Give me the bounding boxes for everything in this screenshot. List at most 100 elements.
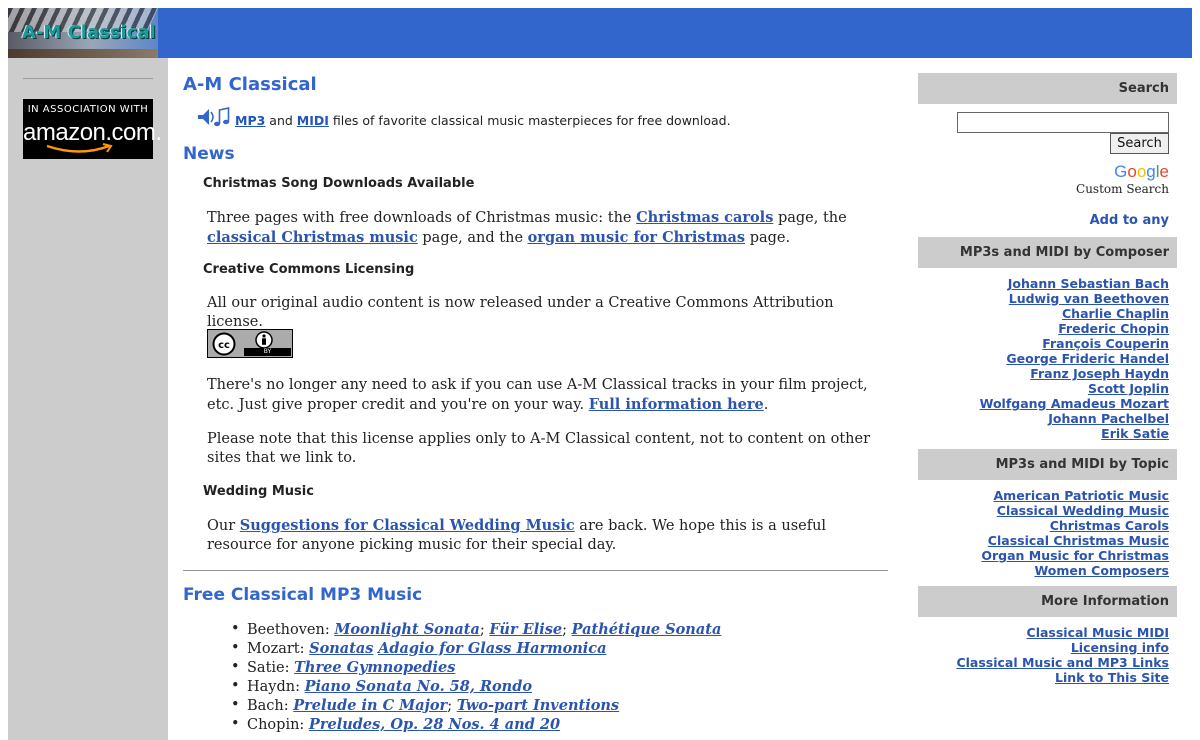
topic-list: American Patriotic Music Classical Weddin… [918, 488, 1169, 578]
composer-item-link[interactable]: Johann Sebastian Bach [1008, 276, 1169, 291]
composer-item-link[interactable]: Wolfgang Amadeus Mozart [980, 396, 1169, 411]
topic-heading: MP3s and MIDI by Topic [918, 449, 1177, 480]
google-logo: Google [1114, 162, 1169, 181]
mp3-track-link[interactable]: Adagio for Glass Harmonica [378, 640, 606, 657]
site-logo[interactable]: A-M Classical [8, 8, 158, 58]
topic-item: Organ Music for Christmas [918, 548, 1169, 563]
composer-item: George Frideric Handel [918, 351, 1169, 366]
mp3-track-link[interactable]: Sonatas [309, 640, 373, 657]
news-cc-text: All our original audio content is now re… [207, 295, 834, 330]
topic-item: American Patriotic Music [918, 488, 1170, 503]
mp3-composer-label: Beethoven: [247, 622, 335, 638]
amazon-associate-badge[interactable]: IN ASSOCIATION WITH amazon.com. [23, 99, 162, 159]
cc-license-badge[interactable]: cc BY [207, 329, 293, 358]
topic-item-link[interactable]: American Patriotic Music [994, 488, 1170, 503]
more-info-heading: More Information [918, 586, 1177, 617]
more-info-item: Classical Music and MP3 Links [918, 655, 1169, 670]
topic-item: Women Composers [918, 563, 1169, 578]
text-span: page. [745, 230, 791, 246]
mp3-separator: ; [447, 698, 457, 714]
topic-item: Classical Wedding Music [918, 503, 1169, 518]
organ-christmas-link[interactable]: organ music for Christmas [528, 229, 745, 246]
news-title-christmas: Christmas Song Downloads Available [203, 176, 475, 191]
mp3-track-link[interactable]: Für Elise [489, 621, 562, 638]
custom-search-label: Custom Search [1076, 182, 1169, 196]
classical-christmas-link[interactable]: classical Christmas music [207, 229, 418, 246]
composer-item-link[interactable]: Franz Joseph Haydn [1030, 366, 1169, 381]
more-info-item: Licensing info [918, 640, 1169, 655]
wedding-music-link[interactable]: Suggestions for Classical Wedding Music [240, 517, 575, 534]
piano-wood-graphic [8, 49, 158, 58]
mp3-composer-label: Mozart: [247, 641, 310, 657]
topic-item-link[interactable]: Classical Christmas Music [988, 533, 1169, 548]
logo-text: A-M Classical [22, 22, 156, 43]
composer-item-link[interactable]: Charlie Chaplin [1062, 306, 1169, 321]
amazon-smile-icon [46, 143, 113, 153]
more-info-item-link[interactable]: Classical Music MIDI [1027, 625, 1169, 640]
main-divider [183, 570, 888, 571]
composer-item: Ludwig van Beethoven [918, 291, 1169, 306]
mp3-track-link[interactable]: Prelude in C Major [293, 697, 447, 714]
more-info-item: Link to This Site [918, 670, 1169, 685]
svg-text:cc: cc [218, 340, 230, 351]
mp3-list-item: Beethoven: Moonlight Sonata; Für Elise; … [231, 620, 722, 639]
composer-item-link[interactable]: Ludwig van Beethoven [1009, 291, 1169, 306]
cc-by-strip: BY [244, 348, 291, 356]
mp3-list-item: Bach: Prelude in C Major; Two-part Inven… [231, 696, 721, 715]
more-info-list: Classical Music MIDI Licensing info Classi… [918, 625, 1169, 685]
more-info-item-link[interactable]: Link to This Site [1055, 670, 1169, 685]
composer-item-link[interactable]: Frederic Chopin [1058, 321, 1169, 336]
composer-item: Frederic Chopin [918, 321, 1169, 336]
composer-item: Johann Sebastian Bach [918, 276, 1169, 291]
topic-item: Christmas Carols [918, 518, 1169, 533]
search-button[interactable]: Search [1110, 133, 1169, 154]
cc-by-label: BY [263, 348, 272, 355]
news-heading: News [183, 144, 235, 164]
cc-icon: cc [212, 332, 236, 356]
text-span: There's no longer any need to ask if you… [207, 377, 868, 413]
mp3-heading: Free Classical MP3 Music [183, 585, 423, 605]
news-wedding-text: Our Suggestions for Classical Wedding Mu… [207, 516, 887, 555]
attribution-person-icon [255, 331, 273, 349]
left-divider [23, 78, 153, 79]
composer-item: Wolfgang Amadeus Mozart [918, 396, 1169, 411]
composer-item-link[interactable]: François Couperin [1042, 336, 1169, 351]
news-cc-text-3: Please note that this license applies on… [207, 431, 871, 466]
add-to-any-link[interactable]: Add to any [918, 213, 1169, 228]
mp3-list-item: Haydn: Piano Sonata No. 58, Rondo [231, 677, 721, 696]
mp3-list-item: Chopin: Preludes, Op. 28 Nos. 4 and 20 [231, 715, 721, 734]
topic-item-link[interactable]: Christmas Carols [1050, 518, 1169, 533]
topic-item-link[interactable]: Organ Music for Christmas [981, 548, 1169, 563]
composer-item: Scott Joplin [918, 381, 1169, 396]
more-info-item: Classical Music MIDI [918, 625, 1169, 640]
mp3-track-link[interactable]: Pathétique Sonata [572, 621, 722, 638]
mp3-track-link[interactable]: Two-part Inventions [457, 697, 619, 714]
mp3-link[interactable]: MP3 [235, 113, 265, 128]
topic-item-link[interactable]: Classical Wedding Music [997, 503, 1169, 518]
intro-and: and [265, 113, 297, 128]
christmas-carols-link[interactable]: Christmas carols [636, 209, 773, 226]
left-sidebar: IN ASSOCIATION WITH amazon.com. [8, 58, 168, 740]
intro-rest: files of favorite classical music master… [328, 113, 731, 128]
mp3-track-link[interactable]: Piano Sonata No. 58, Rondo [305, 678, 532, 695]
topic-item-link[interactable]: Women Composers [1034, 563, 1169, 578]
composer-item-link[interactable]: George Frideric Handel [1006, 351, 1169, 366]
midi-link[interactable]: MIDI [297, 113, 329, 128]
mp3-separator: ; [562, 622, 572, 638]
mp3-list-item: Satie: Three Gymnopedies [231, 658, 721, 677]
search-input[interactable] [957, 112, 1169, 133]
mp3-track-link[interactable]: Preludes, Op. 28 Nos. 4 and 20 [309, 716, 560, 733]
full-information-link[interactable]: Full information here [589, 396, 764, 413]
composer-item-link[interactable]: Johann Pachelbel [1048, 411, 1169, 426]
mp3-list-item: Mozart: Sonatas Adagio for Glass Harmoni… [231, 639, 721, 658]
composer-item-link[interactable]: Erik Satie [1101, 426, 1169, 441]
composer-item: Johann Pachelbel [918, 411, 1169, 426]
composer-item: François Couperin [918, 336, 1169, 351]
more-info-item-link[interactable]: Licensing info [1071, 640, 1169, 655]
mp3-track-link[interactable]: Three Gymnopedies [294, 659, 455, 676]
mp3-track-link[interactable]: Moonlight Sonata [334, 621, 480, 638]
text-span: . [763, 397, 769, 413]
composer-item-link[interactable]: Scott Joplin [1088, 381, 1169, 396]
more-info-item-link[interactable]: Classical Music and MP3 Links [956, 655, 1169, 670]
mp3-composer-label: Satie: [247, 660, 295, 676]
